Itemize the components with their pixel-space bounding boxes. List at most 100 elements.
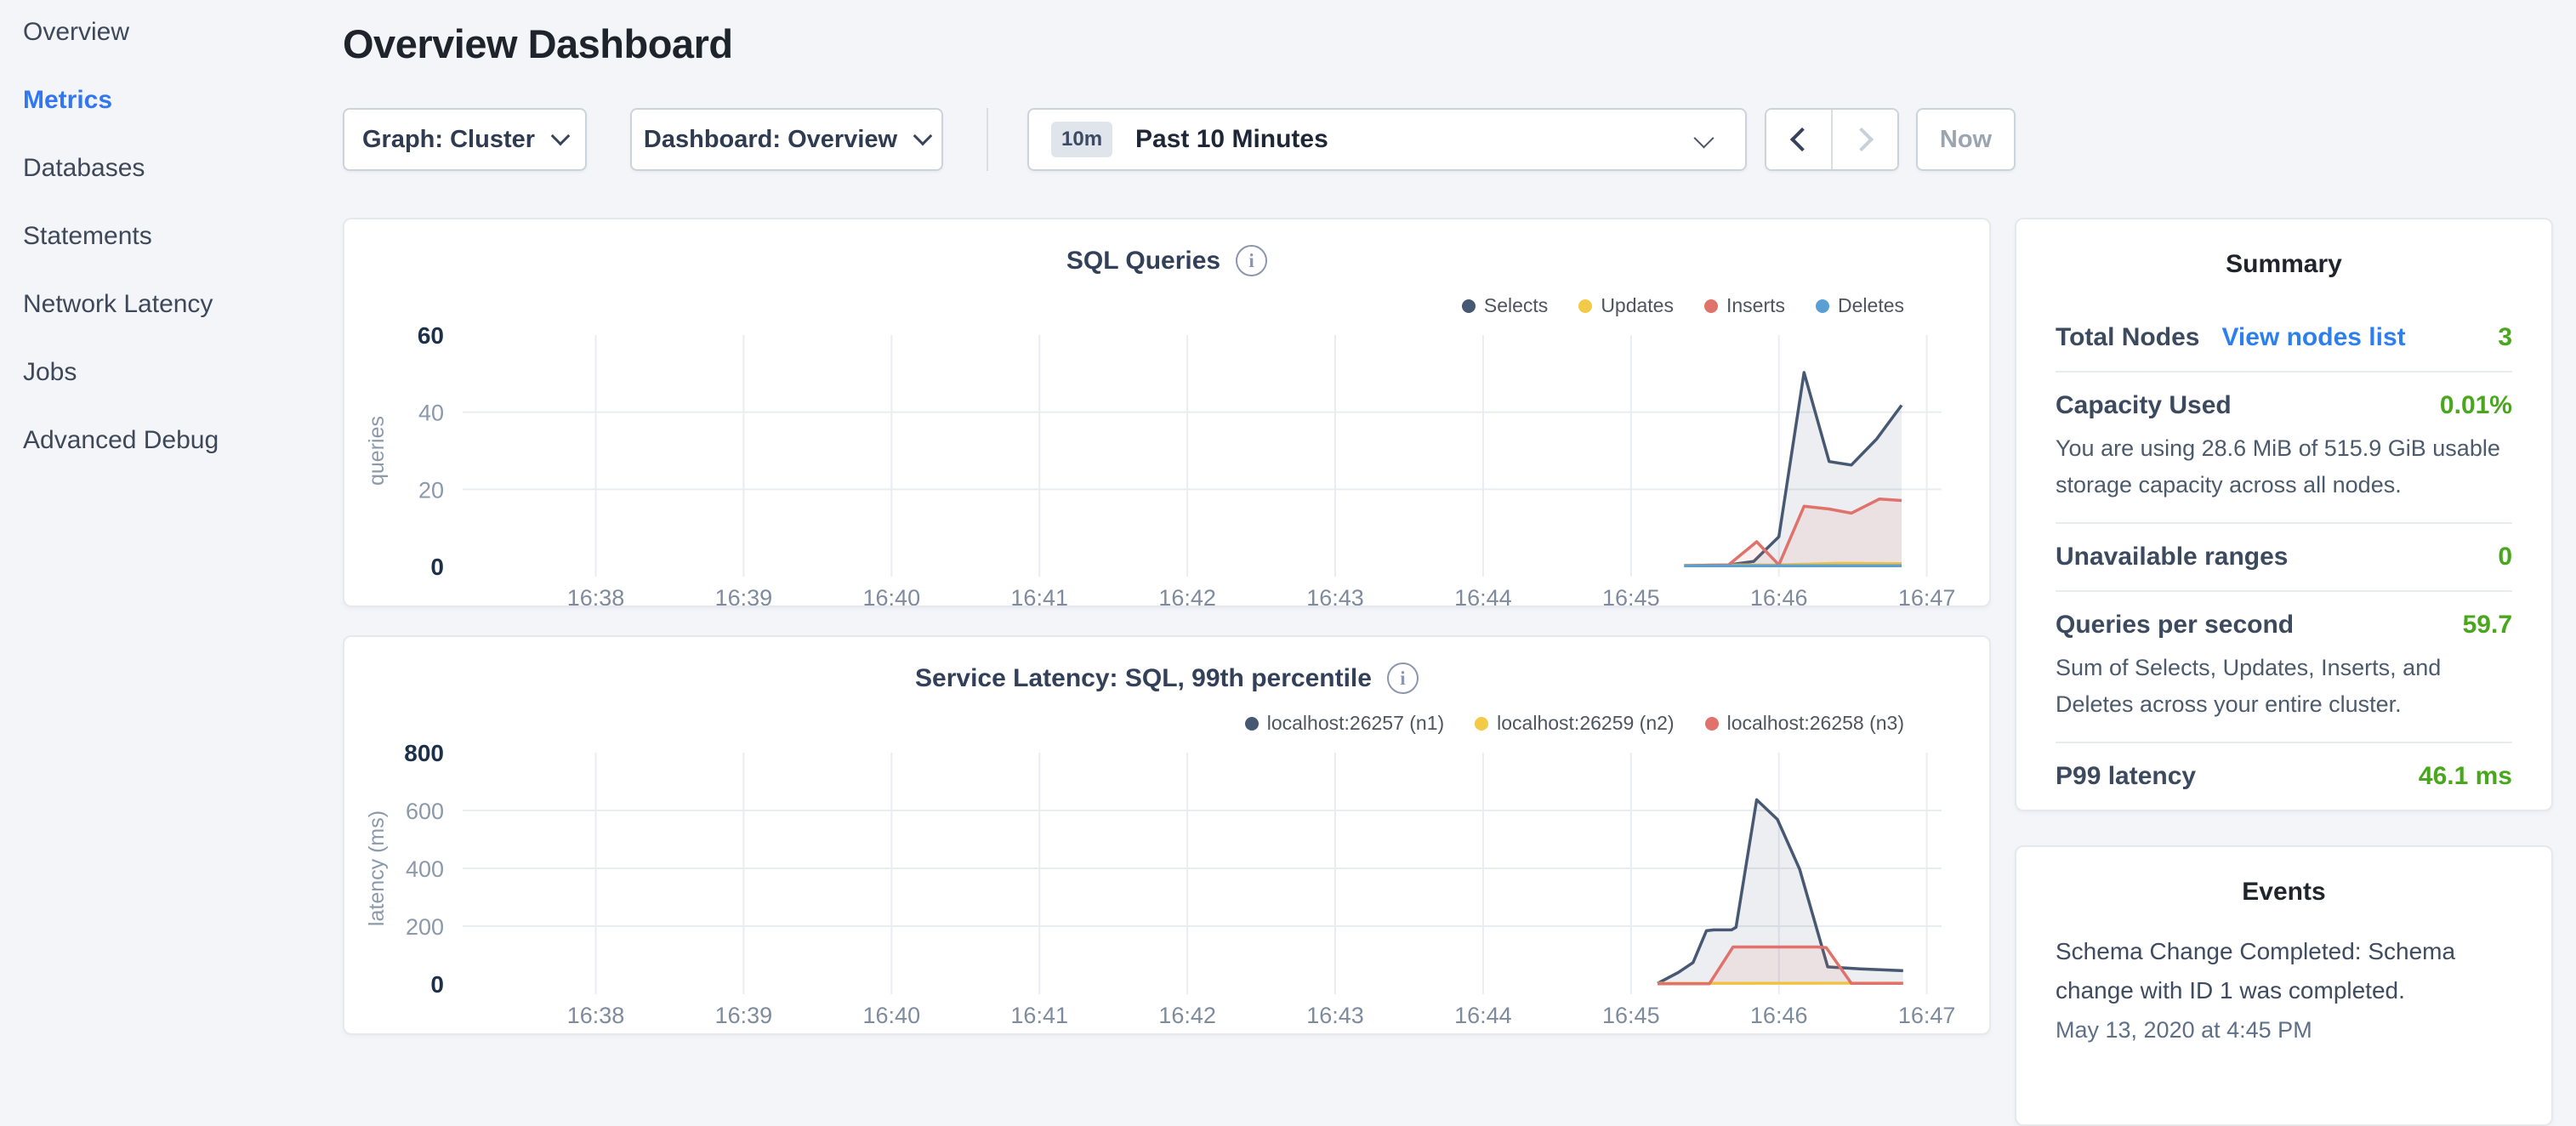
- chevron-down-icon: [913, 127, 933, 146]
- legend-label: localhost:26257 (n1): [1267, 712, 1444, 735]
- svg-text:16:38: 16:38: [567, 585, 625, 607]
- summary-row-queries-per-second: Queries per second 59.7 Sum of Selects, …: [2056, 590, 2512, 742]
- legend-label: localhost:26259 (n2): [1497, 712, 1674, 735]
- service-latency-plot[interactable]: 16:3816:3916:4016:4116:4216:4316:4416:45…: [344, 637, 1991, 1035]
- dashboard-dropdown[interactable]: Dashboard: Overview: [630, 108, 943, 171]
- legend-item[interactable]: Inserts: [1704, 294, 1785, 317]
- chart-legend: localhost:26257 (n1) localhost:26259 (n2)…: [1245, 712, 1904, 735]
- chart-title-row: Service Latency: SQL, 99th percentile i: [344, 663, 1989, 694]
- graph-dropdown[interactable]: Graph: Cluster: [343, 108, 587, 171]
- chevron-left-icon: [1790, 128, 1814, 151]
- info-icon[interactable]: i: [1236, 245, 1267, 276]
- svg-text:200: 200: [406, 914, 444, 940]
- sidebar-item-statements[interactable]: Statements: [23, 202, 329, 270]
- sidebar-item-overview[interactable]: Overview: [23, 0, 329, 66]
- event-text: Schema Change Completed: Schema change w…: [2056, 932, 2512, 1010]
- summary-row-capacity-used: Capacity Used 0.01% You are using 28.6 M…: [2056, 371, 2512, 522]
- svg-text:latency (ms): latency (ms): [365, 810, 389, 926]
- summary-row-description: Sum of Selects, Updates, Inserts, and De…: [2056, 650, 2512, 723]
- sql-queries-chart-card: SQL Queries i Selects Updates Inserts Delet…: [343, 218, 1991, 607]
- chevron-down-icon: [1693, 128, 1714, 148]
- summary-row-unavailable-ranges: Unavailable ranges 0: [2056, 522, 2512, 590]
- legend-label: Updates: [1601, 294, 1674, 317]
- svg-text:16:43: 16:43: [1306, 1003, 1364, 1028]
- time-range-dropdown[interactable]: 10m Past 10 Minutes: [1027, 108, 1747, 171]
- svg-text:0: 0: [430, 971, 444, 998]
- svg-text:40: 40: [418, 401, 444, 426]
- chart-title: SQL Queries: [1066, 247, 1220, 276]
- summary-title: Summary: [2016, 250, 2551, 279]
- legend-dot-icon: [1578, 299, 1592, 313]
- svg-text:16:41: 16:41: [1010, 585, 1068, 607]
- sidebar-item-databases[interactable]: Databases: [23, 134, 329, 202]
- summary-row-value: 3: [2498, 323, 2512, 352]
- now-button[interactable]: Now: [1916, 108, 2016, 171]
- svg-text:16:44: 16:44: [1454, 1003, 1512, 1028]
- summary-row-value: 46.1 ms: [2419, 762, 2512, 791]
- chevron-down-icon: [551, 127, 571, 146]
- event-timestamp: May 13, 2020 at 4:45 PM: [2056, 1017, 2512, 1044]
- legend-label: Deletes: [1838, 294, 1904, 317]
- sidebar-item-advanced-debug[interactable]: Advanced Debug: [23, 407, 329, 475]
- view-nodes-list-link[interactable]: View nodes list: [2221, 323, 2405, 352]
- events-panel: Events Schema Change Completed: Schema c…: [2015, 845, 2553, 1126]
- summary-row-label: Total Nodes: [2056, 323, 2199, 352]
- legend-label: localhost:26258 (n3): [1727, 712, 1904, 735]
- chevron-right-icon: [1850, 128, 1874, 151]
- legend-dot-icon: [1705, 717, 1719, 731]
- svg-text:16:47: 16:47: [1898, 1003, 1956, 1028]
- next-range-button[interactable]: [1833, 110, 1897, 169]
- svg-text:600: 600: [406, 799, 444, 824]
- event-list-item: Schema Change Completed: Schema change w…: [2016, 932, 2551, 1044]
- svg-text:16:40: 16:40: [863, 585, 921, 607]
- legend-dot-icon: [1245, 717, 1259, 731]
- info-icon[interactable]: i: [1387, 663, 1419, 694]
- legend-label: Inserts: [1726, 294, 1785, 317]
- svg-text:16:46: 16:46: [1750, 585, 1808, 607]
- svg-text:16:44: 16:44: [1454, 585, 1512, 607]
- events-title: Events: [2016, 878, 2551, 907]
- svg-text:16:42: 16:42: [1158, 585, 1216, 607]
- svg-text:16:41: 16:41: [1010, 1003, 1068, 1028]
- legend-dot-icon: [1475, 717, 1488, 731]
- time-range-label: Past 10 Minutes: [1135, 125, 1328, 154]
- prev-range-button[interactable]: [1766, 110, 1833, 169]
- chart-title-row: SQL Queries i: [344, 245, 1989, 276]
- sql-queries-plot[interactable]: 16:3816:3916:4016:4116:4216:4316:4416:45…: [344, 219, 1991, 607]
- dashboard-dropdown-label: Dashboard: Overview: [644, 126, 897, 154]
- page-title: Overview Dashboard: [343, 20, 733, 67]
- summary-row-label: Capacity Used: [2056, 391, 2232, 420]
- legend-item[interactable]: Deletes: [1816, 294, 1904, 317]
- summary-row-p99-latency: P99 latency 46.1 ms: [2056, 742, 2512, 810]
- svg-text:16:47: 16:47: [1898, 585, 1956, 607]
- legend-item[interactable]: Updates: [1578, 294, 1674, 317]
- svg-text:16:42: 16:42: [1158, 1003, 1216, 1028]
- chart-title: Service Latency: SQL, 99th percentile: [915, 664, 1372, 693]
- sidebar-item-metrics[interactable]: Metrics: [23, 66, 329, 134]
- legend-item[interactable]: localhost:26258 (n3): [1705, 712, 1904, 735]
- summary-row-value: 0.01%: [2440, 391, 2512, 420]
- svg-text:16:46: 16:46: [1750, 1003, 1808, 1028]
- summary-row-value: 0: [2498, 543, 2512, 572]
- summary-row-label: Queries per second: [2056, 611, 2294, 640]
- summary-row-description: You are using 28.6 MiB of 515.9 GiB usab…: [2056, 430, 2512, 503]
- legend-item[interactable]: localhost:26257 (n1): [1245, 712, 1444, 735]
- svg-text:16:40: 16:40: [863, 1003, 921, 1028]
- legend-dot-icon: [1462, 299, 1476, 313]
- svg-text:16:39: 16:39: [715, 1003, 773, 1028]
- svg-text:60: 60: [418, 322, 444, 349]
- toolbar-divider: [987, 108, 988, 171]
- legend-item[interactable]: Selects: [1462, 294, 1548, 317]
- svg-text:0: 0: [430, 554, 444, 580]
- sidebar-item-jobs[interactable]: Jobs: [23, 338, 329, 407]
- legend-label: Selects: [1484, 294, 1548, 317]
- time-range-badge: 10m: [1051, 122, 1112, 157]
- legend-item[interactable]: localhost:26259 (n2): [1475, 712, 1674, 735]
- toolbar: Graph: Cluster Dashboard: Overview 10m P…: [343, 108, 2231, 171]
- svg-text:800: 800: [404, 740, 444, 766]
- sidebar-item-network-latency[interactable]: Network Latency: [23, 270, 329, 338]
- summary-row-label: Unavailable ranges: [2056, 543, 2288, 572]
- summary-panel: Summary Total Nodes View nodes list 3 Ca…: [2015, 218, 2553, 811]
- svg-text:16:45: 16:45: [1602, 585, 1660, 607]
- svg-text:queries: queries: [365, 416, 389, 486]
